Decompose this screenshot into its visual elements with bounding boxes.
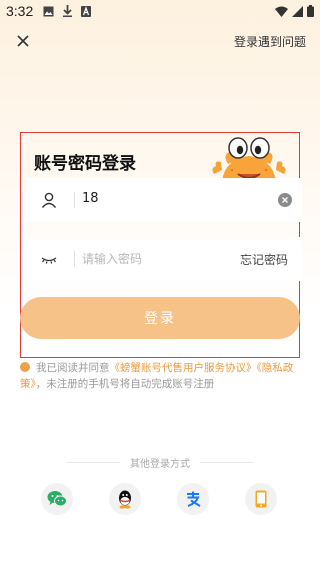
other-login-title: 其他登录方式 <box>130 458 190 470</box>
alipay-login-button[interactable] <box>177 483 209 515</box>
password-divider <box>74 251 75 267</box>
phone-redaction <box>98 178 196 222</box>
wifi-icon <box>275 6 288 17</box>
status-notification-icons <box>43 5 92 17</box>
qq-icon <box>119 490 131 509</box>
status-time: 3:32 <box>6 3 34 19</box>
login-button[interactable]: 登录 <box>20 297 300 339</box>
image-icon <box>43 6 54 16</box>
phone-field[interactable]: 18 <box>26 178 302 222</box>
service-agreement-link[interactable]: 《螃蟹账号代售用户服务协议》 <box>110 362 257 374</box>
wechat-icon <box>47 491 67 507</box>
clear-circle-icon[interactable] <box>278 193 292 207</box>
font-icon <box>81 5 92 17</box>
qq-login-button[interactable] <box>109 483 141 515</box>
agreement-text: 我已阅读并同意《螃蟹账号代售用户服务协议》《隐私政策》，未注册的手机号将自动完成… <box>20 360 305 392</box>
agreement-suffix: ，未注册的手机号将自动完成账号注册 <box>35 378 215 390</box>
agreement-prefix: 我已阅读并同意 <box>36 362 110 374</box>
divider-right <box>200 461 254 463</box>
download-icon <box>63 5 73 17</box>
wechat-login-button[interactable] <box>41 483 73 515</box>
close-icon[interactable] <box>14 32 32 50</box>
signal-icon <box>292 5 303 17</box>
agreement-checkbox[interactable] <box>20 362 30 372</box>
status-bar: 3:32 <box>0 0 320 22</box>
login-title: 账号密码登录 <box>34 154 136 174</box>
other-login-header: 其他登录方式 <box>66 456 254 470</box>
user-icon <box>41 192 57 208</box>
phone-icon <box>255 490 267 508</box>
password-field[interactable]: 忘记密码 <box>26 237 302 281</box>
status-system-icons <box>275 5 314 17</box>
password-input[interactable] <box>82 248 232 270</box>
forgot-password-link[interactable]: 忘记密码 <box>240 251 288 268</box>
alipay-icon <box>187 491 201 507</box>
phone-divider <box>74 192 75 208</box>
divider-left <box>66 461 120 463</box>
top-bar: 登录遇到问题 <box>0 30 320 54</box>
battery-icon <box>307 5 314 17</box>
login-help-link[interactable]: 登录遇到问题 <box>234 33 306 50</box>
eye-closed-icon[interactable] <box>40 250 58 268</box>
phone-input-value[interactable]: 18 <box>82 191 99 206</box>
phone-login-button[interactable] <box>245 483 277 515</box>
